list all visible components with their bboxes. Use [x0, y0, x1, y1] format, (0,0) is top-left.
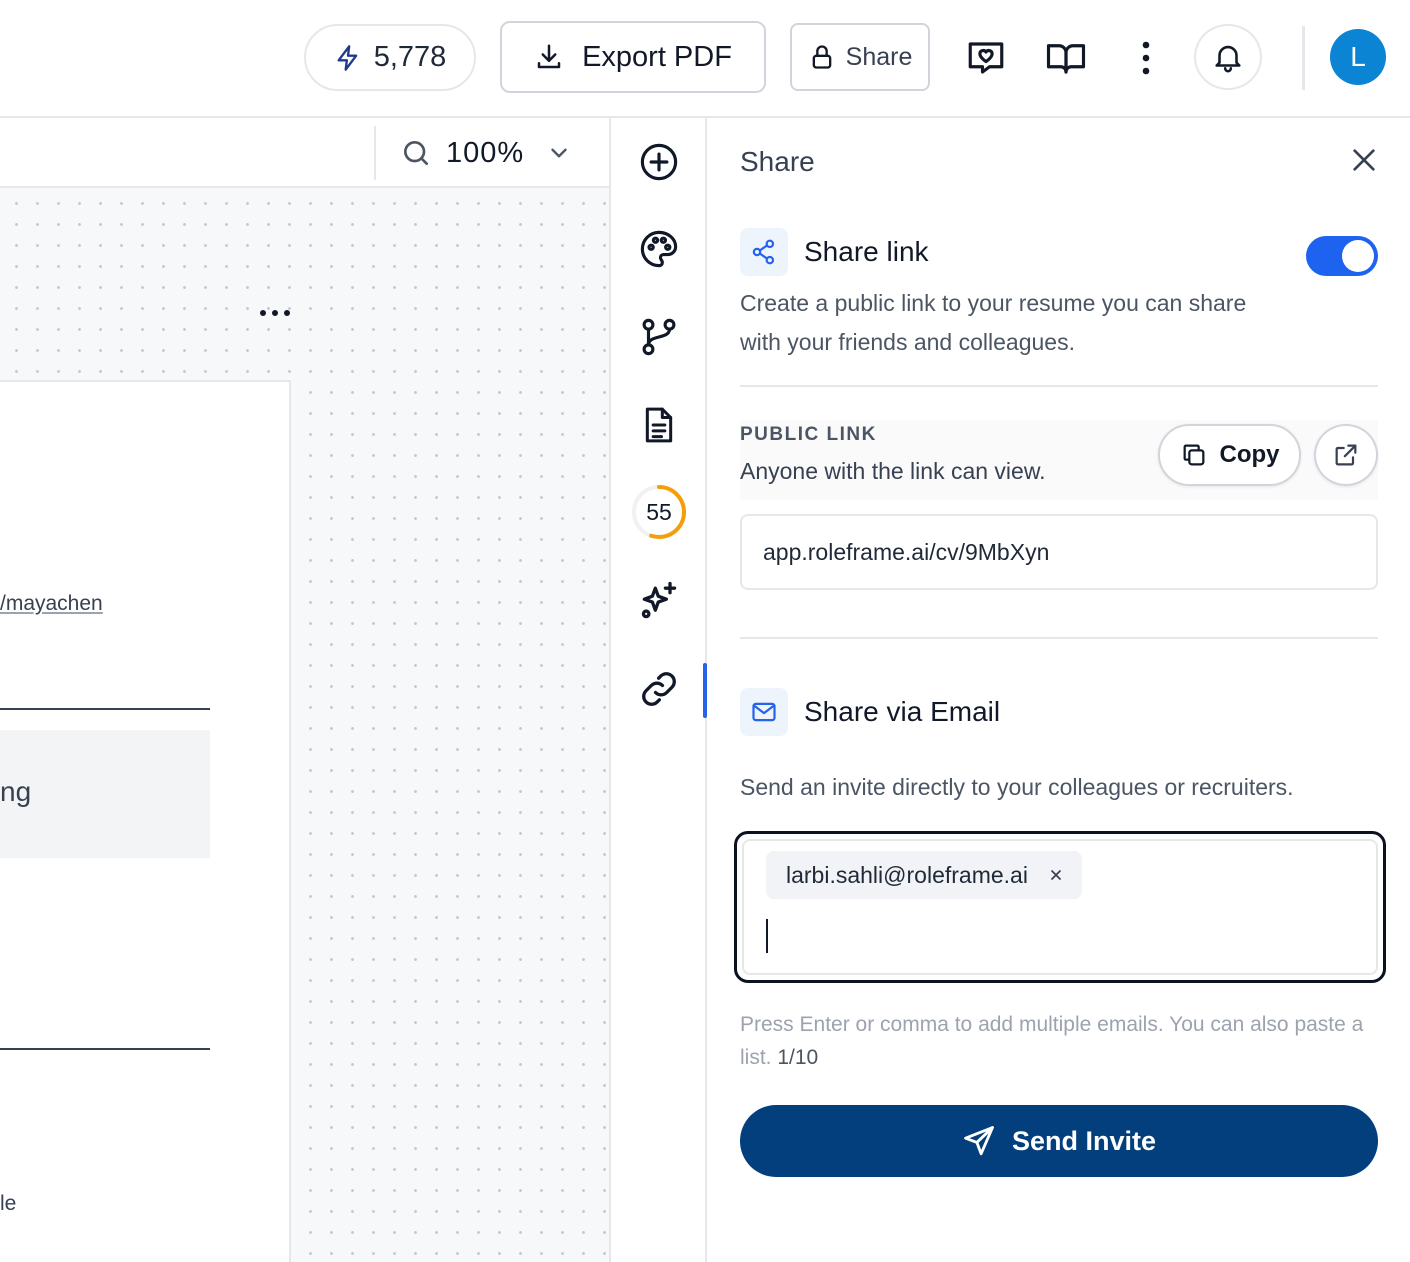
top-bar: 5,778 Export PDF Share L — [0, 0, 1410, 118]
section-divider — [0, 708, 210, 710]
content-button[interactable] — [635, 401, 683, 449]
active-rail-indicator — [703, 663, 707, 718]
panel-title: Share — [740, 146, 815, 177]
copy-icon — [1180, 441, 1208, 469]
share-button-label: Share — [845, 42, 913, 71]
toggle-knob — [1342, 240, 1374, 272]
section-divider — [740, 385, 1378, 387]
share-link-section-icon — [740, 228, 788, 276]
mail-icon — [752, 702, 776, 722]
section-text: ng — [0, 776, 32, 807]
page-options-button[interactable] — [258, 308, 292, 318]
email-input[interactable]: larbi.sahli@roleframe.ai — [742, 839, 1378, 975]
more-options-button[interactable] — [1130, 34, 1162, 82]
email-section-icon — [740, 688, 788, 736]
score-value: 55 — [646, 498, 672, 525]
email-chip[interactable]: larbi.sahli@roleframe.ai — [766, 851, 1082, 899]
share-button[interactable]: Share — [790, 23, 930, 91]
text-caret — [766, 919, 768, 953]
public-link-url-field[interactable]: app.roleframe.ai/cv/9MbXyn — [740, 514, 1378, 590]
tool-rail: 55 — [611, 118, 707, 1262]
notifications-button[interactable] — [1194, 24, 1262, 90]
zoom-control[interactable]: 100% — [400, 130, 572, 176]
more-vertical-icon — [1140, 40, 1152, 76]
sparkles-icon — [641, 581, 677, 619]
avatar[interactable]: L — [1330, 29, 1386, 85]
export-pdf-button[interactable]: Export PDF — [500, 21, 766, 93]
resume-score[interactable]: 55 — [631, 484, 687, 540]
section-text: le — [0, 1192, 17, 1215]
versions-button[interactable] — [635, 313, 683, 361]
design-button[interactable] — [635, 225, 683, 273]
remove-chip-button[interactable] — [1048, 867, 1064, 883]
credits-badge[interactable]: 5,778 — [304, 24, 476, 91]
share-link-toggle[interactable] — [1306, 236, 1378, 276]
add-section-button[interactable] — [635, 138, 683, 186]
public-link-subtitle: Anyone with the link can view. — [740, 458, 1046, 484]
add-icon — [640, 143, 678, 181]
email-count: 1/10 — [777, 1046, 819, 1069]
email-hint-text: Press Enter or comma to add multiple ema… — [740, 1013, 1364, 1069]
share-panel-button[interactable] — [635, 665, 683, 713]
zoom-toolbar: 100% — [0, 118, 609, 188]
copy-link-button[interactable]: Copy — [1158, 424, 1301, 486]
send-invite-button[interactable]: Send Invite — [740, 1105, 1378, 1177]
zoom-divider — [374, 126, 376, 180]
topbar-divider — [1302, 26, 1305, 90]
document-icon — [645, 407, 673, 443]
close-icon — [1353, 149, 1375, 171]
credits-count: 5,778 — [373, 41, 447, 73]
feedback-button[interactable] — [962, 34, 1010, 82]
ai-assistant-button[interactable] — [635, 577, 683, 625]
resume-canvas[interactable]: 100% /mayachen ng le — [0, 118, 611, 1262]
email-input-focus-ring: larbi.sahli@roleframe.ai — [734, 831, 1386, 983]
highlighted-section[interactable]: ng — [0, 730, 210, 858]
profile-link[interactable]: /mayachen — [0, 592, 103, 616]
lightning-icon — [334, 44, 362, 72]
email-hint: Press Enter or comma to add multiple ema… — [740, 1008, 1380, 1074]
copy-label: Copy — [1219, 441, 1280, 468]
share-panel: Share Share link Create a public link to… — [708, 118, 1410, 1262]
download-icon — [534, 42, 564, 72]
lock-icon — [808, 43, 836, 71]
public-link-label: PUBLIC LINK — [740, 424, 877, 445]
more-horizontal-icon — [260, 310, 290, 316]
resume-page[interactable]: /mayachen ng le — [0, 380, 291, 1262]
bell-icon — [1211, 40, 1245, 74]
branch-icon — [642, 318, 676, 356]
email-chip-label: larbi.sahli@roleframe.ai — [786, 861, 1028, 888]
share-link-description: Create a public link to your resume you … — [740, 290, 1247, 355]
section-divider — [740, 637, 1378, 639]
close-panel-button[interactable] — [1348, 144, 1380, 176]
export-pdf-label: Export PDF — [582, 40, 732, 73]
heart-message-icon — [965, 37, 1007, 79]
send-icon — [962, 1124, 996, 1158]
email-section-description: Send an invite directly to your colleagu… — [740, 774, 1294, 800]
zoom-level: 100% — [446, 136, 525, 169]
close-icon — [1051, 870, 1061, 880]
link-icon — [642, 672, 676, 706]
book-open-icon — [1045, 37, 1087, 79]
palette-icon — [640, 230, 678, 268]
search-icon — [400, 137, 432, 169]
email-section-title: Share via Email — [804, 696, 1001, 727]
external-link-icon — [1335, 444, 1357, 466]
open-link-button[interactable] — [1314, 424, 1378, 486]
guide-button[interactable] — [1042, 34, 1090, 82]
share-link-title: Share link — [804, 236, 929, 267]
share-nodes-icon — [752, 239, 775, 265]
chevron-down-icon — [546, 140, 572, 166]
section-divider — [0, 1048, 210, 1050]
send-invite-label: Send Invite — [1011, 1125, 1157, 1156]
